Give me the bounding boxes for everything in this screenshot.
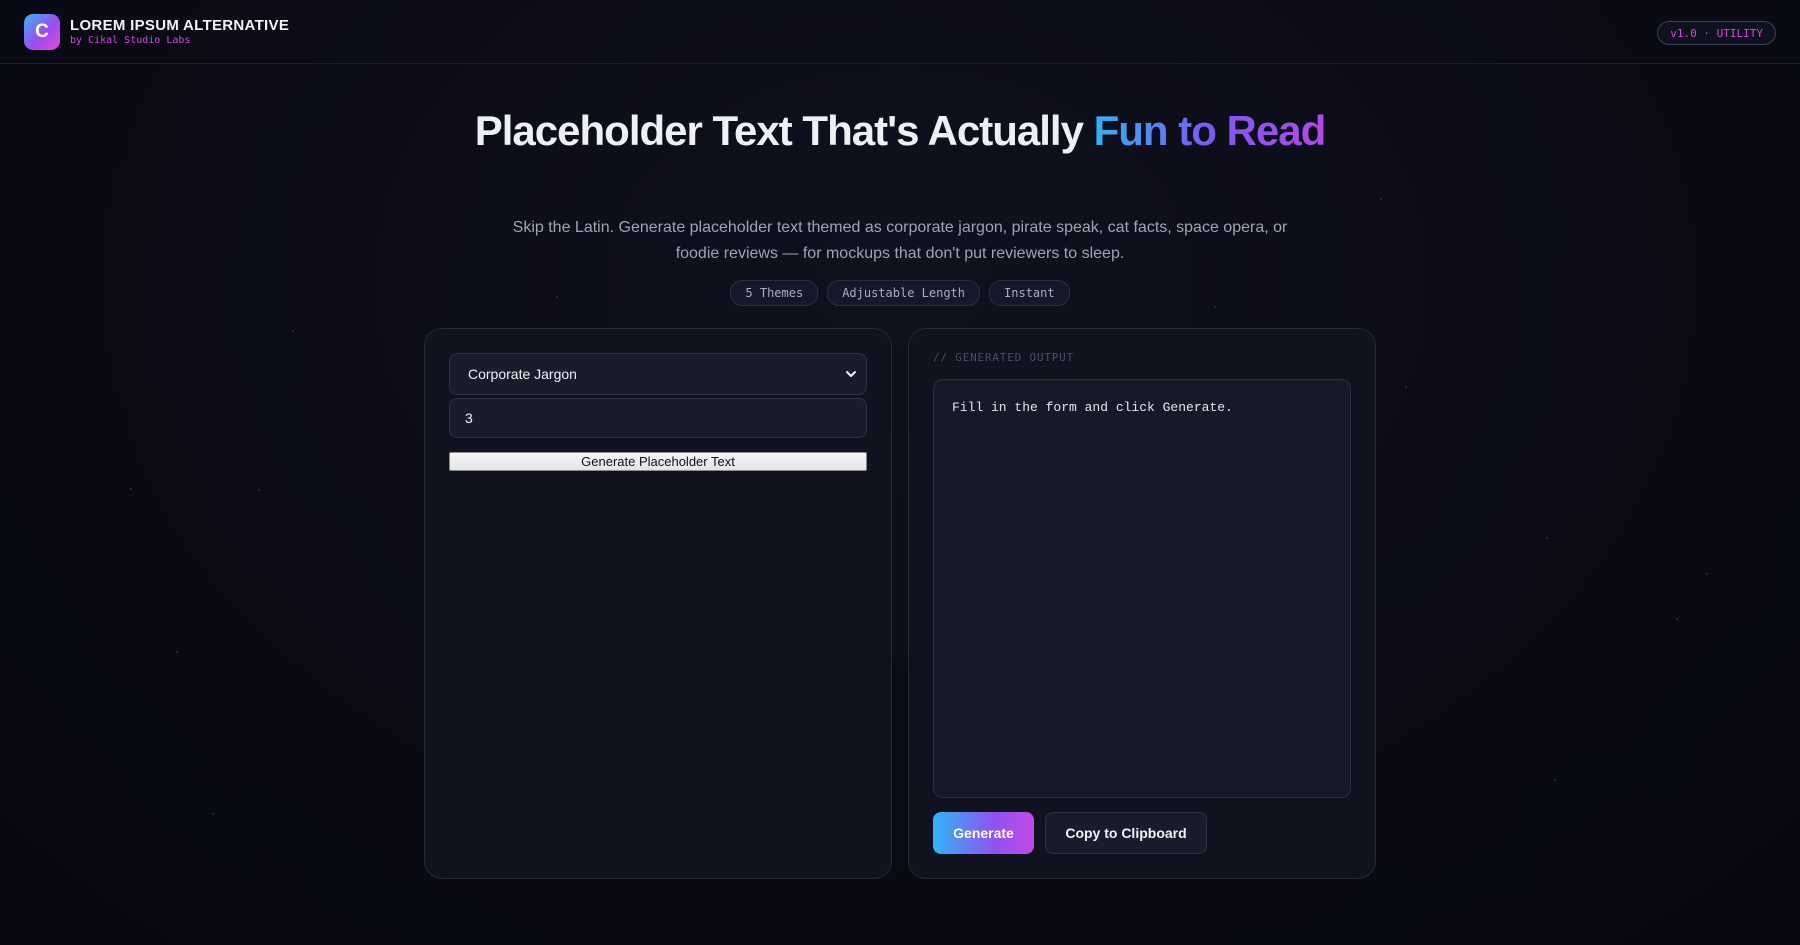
output-textarea[interactable]: Fill in the form and click Generate. (933, 379, 1351, 798)
copy-to-clipboard-button[interactable]: Copy to Clipboard (1045, 812, 1207, 854)
hero-title: Placeholder Text That's Actually Fun to … (450, 106, 1350, 156)
output-label: // GENERATED OUTPUT (933, 351, 1075, 364)
app-subtitle: by Cikal Studio Labs (70, 35, 191, 46)
feature-chips: 5 Themes Adjustable Length Instant (0, 280, 1800, 306)
chip-adjustable-length: Adjustable Length (827, 280, 981, 306)
app-title: LOREM IPSUM ALTERNATIVE (70, 17, 290, 34)
output-panel: // GENERATED OUTPUT Fill in the form and… (908, 328, 1376, 879)
theme-select[interactable]: Corporate Jargon (449, 353, 867, 395)
length-input[interactable]: 3 (449, 398, 867, 438)
app-header: C LOREM IPSUM ALTERNATIVE by Cikal Studi… (0, 0, 1800, 64)
theme-select-value: Corporate Jargon (468, 366, 577, 382)
hero-title-plain: Placeholder Text That's Actually (474, 107, 1094, 154)
hero-description: Skip the Latin. Generate placeholder tex… (512, 219, 1288, 262)
chip-instant: Instant (989, 280, 1070, 306)
page: C LOREM IPSUM ALTERNATIVE by Cikal Studi… (0, 0, 1800, 945)
form-panel: Corporate Jargon 3 Generate Placeholder … (424, 328, 892, 879)
chevron-down-icon (846, 371, 856, 377)
chip-themes: 5 Themes (730, 280, 819, 306)
app-logo: C (24, 14, 60, 50)
generate-placeholder-button[interactable]: Generate Placeholder Text (449, 452, 867, 471)
hero-title-accent: Fun to Read (1093, 107, 1327, 154)
length-input-value: 3 (465, 410, 473, 426)
version-badge: v1.0 · UTILITY (1657, 21, 1776, 45)
generate-button[interactable]: Generate (933, 812, 1034, 854)
output-text: Fill in the form and click Generate. (952, 400, 1233, 415)
